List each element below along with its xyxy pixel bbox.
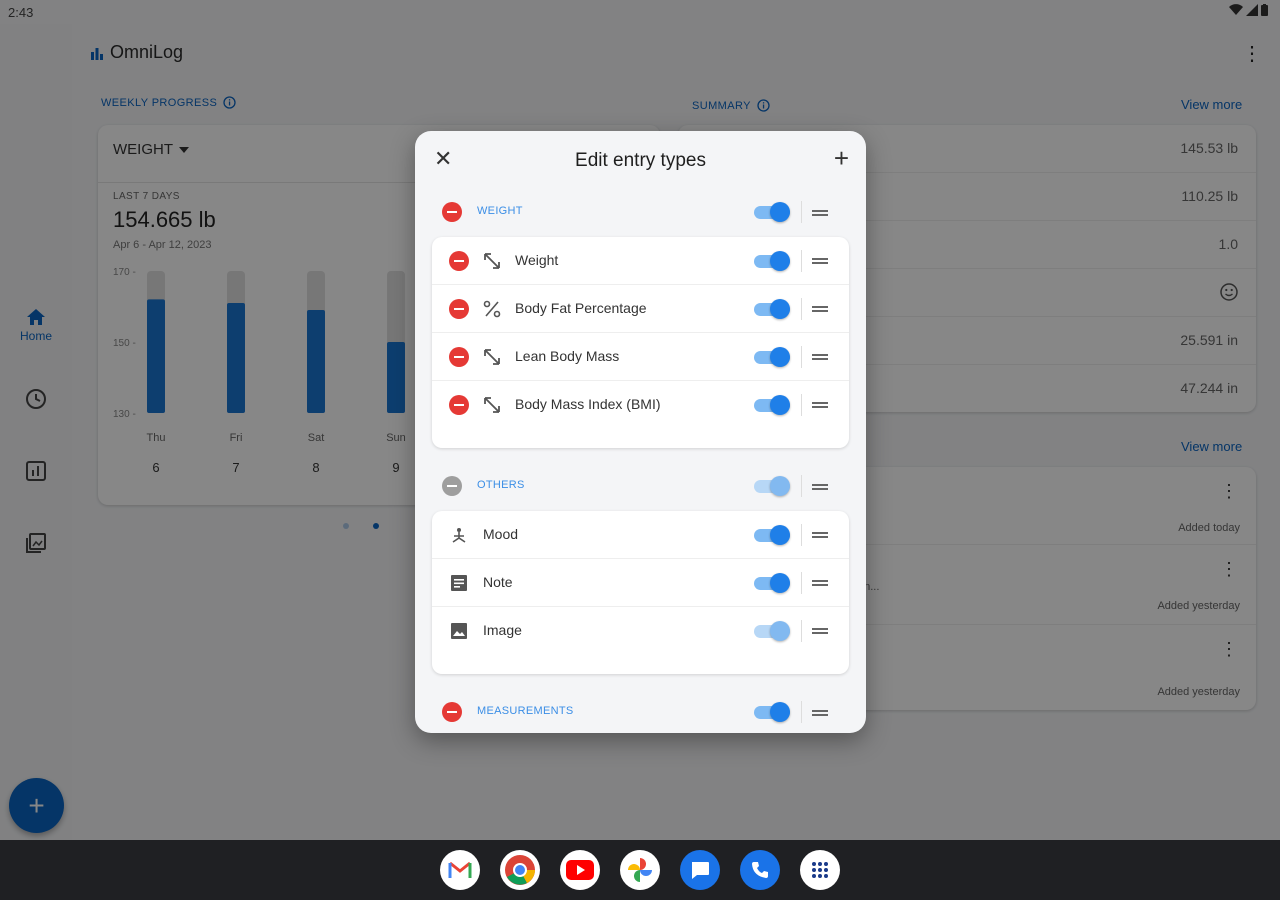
remove-item-icon[interactable] [449, 251, 469, 271]
photos-app-icon[interactable] [620, 850, 660, 890]
messages-icon [692, 862, 709, 879]
resize-arrows-icon [484, 397, 500, 413]
chrome-app-icon[interactable] [500, 850, 540, 890]
phone-icon [752, 862, 768, 878]
drag-handle-icon[interactable] [812, 354, 828, 360]
edit-entry-types-dialog: ✕ Edit entry types + WEIGHT Weight Body … [415, 131, 866, 733]
drag-handle-icon[interactable] [812, 710, 828, 716]
group-header-weight: WEIGHT [415, 194, 866, 230]
divider [801, 524, 802, 546]
note-icon [451, 575, 467, 591]
item-label: Lean Body Mass [515, 348, 620, 364]
drag-handle-icon[interactable] [812, 402, 828, 408]
drag-handle-icon[interactable] [812, 306, 828, 312]
grid-icon [812, 862, 828, 878]
resize-arrows-icon [484, 253, 500, 269]
list-item[interactable]: Mood [432, 511, 849, 559]
remove-item-icon[interactable] [449, 395, 469, 415]
drag-handle-icon[interactable] [812, 484, 828, 490]
divider [801, 250, 802, 272]
item-toggle[interactable] [754, 299, 790, 319]
drag-handle-icon[interactable] [812, 532, 828, 538]
list-item[interactable]: Image [432, 607, 849, 655]
item-label: Image [483, 622, 522, 638]
remove-item-icon[interactable] [449, 299, 469, 319]
item-toggle[interactable] [754, 347, 790, 367]
list-item[interactable]: Weight [432, 237, 849, 285]
remove-group-icon[interactable] [442, 476, 462, 496]
group-name: MEASUREMENTS [477, 705, 574, 717]
divider [801, 298, 802, 320]
item-label: Note [483, 574, 513, 590]
item-toggle[interactable] [754, 395, 790, 415]
taskbar [0, 840, 1280, 900]
dialog-title: Edit entry types [575, 150, 706, 171]
percent-icon [483, 300, 501, 318]
divider [801, 701, 802, 723]
list-item[interactable]: Note [432, 559, 849, 607]
item-toggle[interactable] [754, 621, 790, 641]
drag-handle-icon[interactable] [812, 258, 828, 264]
drag-handle-icon[interactable] [812, 210, 828, 216]
messages-app-icon[interactable] [680, 850, 720, 890]
chrome-icon [505, 855, 535, 885]
group-items-weight: Weight Body Fat Percentage Lean Body Mas… [432, 237, 849, 448]
item-toggle[interactable] [754, 573, 790, 593]
item-label: Mood [483, 526, 519, 542]
gmail-icon [448, 861, 472, 878]
item-label: Weight [515, 252, 559, 268]
phone-app-icon[interactable] [740, 850, 780, 890]
remove-group-icon[interactable] [442, 202, 462, 222]
divider [801, 201, 802, 223]
mood-icon [452, 528, 466, 543]
item-label: Body Mass Index (BMI) [515, 396, 661, 412]
youtube-icon [566, 860, 594, 880]
list-item[interactable]: Body Fat Percentage [432, 285, 849, 333]
remove-group-icon[interactable] [442, 702, 462, 722]
list-item[interactable]: Body Mass Index (BMI) [432, 381, 849, 429]
group-header-measurements: MEASUREMENTS [415, 694, 866, 730]
list-item[interactable]: Lean Body Mass [432, 333, 849, 381]
drag-handle-icon[interactable] [812, 580, 828, 586]
image-icon [451, 623, 467, 639]
resize-arrows-icon [484, 349, 500, 365]
group-header-others: OTHERS [415, 468, 866, 504]
divider [801, 572, 802, 594]
group-toggle[interactable] [754, 202, 790, 222]
item-label: Body Fat Percentage [515, 300, 647, 316]
group-items-others: Mood Note Image [432, 511, 849, 674]
group-toggle[interactable] [754, 476, 790, 496]
divider [801, 346, 802, 368]
group-toggle[interactable] [754, 702, 790, 722]
group-name: OTHERS [477, 479, 525, 491]
divider [801, 394, 802, 416]
app-launcher-icon[interactable] [800, 850, 840, 890]
divider [801, 475, 802, 497]
item-toggle[interactable] [754, 251, 790, 271]
item-toggle[interactable] [754, 525, 790, 545]
remove-item-icon[interactable] [449, 347, 469, 367]
drag-handle-icon[interactable] [812, 628, 828, 634]
group-name: WEIGHT [477, 205, 523, 217]
add-icon[interactable]: + [834, 145, 849, 171]
youtube-app-icon[interactable] [560, 850, 600, 890]
gmail-app-icon[interactable] [440, 850, 480, 890]
photos-icon [628, 858, 652, 882]
divider [801, 620, 802, 642]
